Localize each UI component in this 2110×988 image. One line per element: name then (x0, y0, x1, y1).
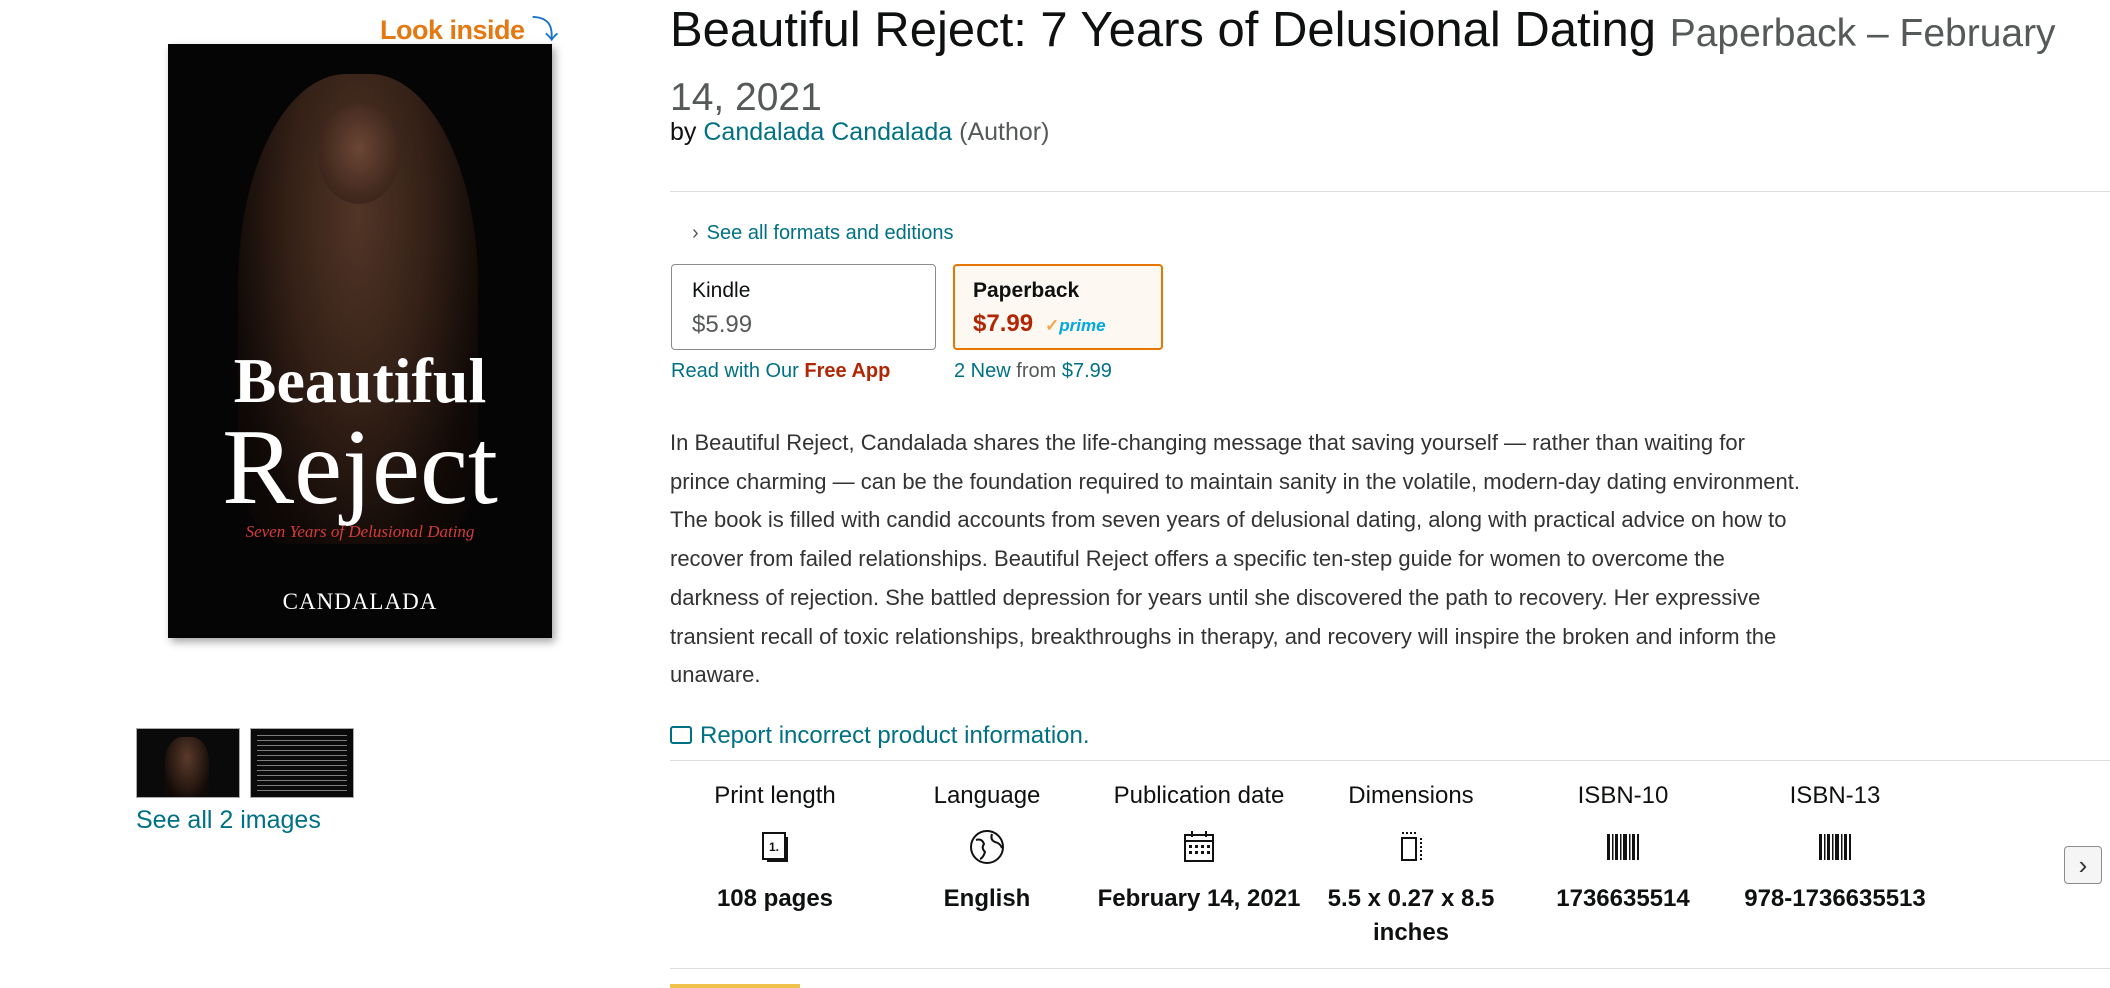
prime-check-icon: ✓ (1045, 316, 1060, 335)
author-role: (Author) (959, 118, 1050, 146)
cover-author: CANDALADA (282, 589, 438, 614)
thumbnail-back-cover[interactable] (250, 728, 354, 798)
calendar-icon (1184, 831, 1214, 862)
book-cover-image[interactable]: Beautiful Reject Seven Years of Delusion… (168, 44, 552, 638)
comment-icon (670, 725, 692, 744)
byline: by Candalada Candalada (Author) (670, 118, 1049, 147)
format-price: $5.99 (692, 311, 753, 338)
detail-value: 1736635514 (1556, 885, 1690, 912)
thumbnail-text (257, 735, 347, 791)
detail-value: 5.5 x 0.27 x 8.5 inches (1327, 885, 1495, 946)
prime-label: prime (1059, 316, 1106, 335)
detail-label: ISBN-13 (1789, 782, 1881, 809)
format-option-kindle[interactable]: Kindle $5.99 (671, 264, 936, 350)
detail-value: 978-1736635513 (1744, 885, 1926, 912)
format-name: Paperback (973, 279, 1080, 302)
barcode-icon (1819, 834, 1851, 860)
detail-label: Language (933, 782, 1041, 809)
divider (670, 968, 2110, 969)
thumbnail-photo (165, 737, 209, 797)
barcode-icon (1607, 834, 1639, 860)
product-details-carousel: Print length 1. 108 pages Language Engli… (670, 760, 2110, 970)
read-with-free-app-link[interactable]: Read with Our Free App (671, 360, 890, 383)
format-price: $7.99 (973, 310, 1034, 337)
new-from-price: $7.99 (1061, 360, 1112, 382)
new-offers-link[interactable]: 2 New from $7.99 (954, 360, 1112, 383)
detail-value: 108 pages (716, 885, 834, 912)
format-name: Kindle (692, 279, 751, 302)
detail-value: English (943, 885, 1031, 912)
chevron-right-icon: › (692, 222, 699, 244)
product-title: Beautiful Reject: 7 Years of Delusional … (670, 3, 1657, 57)
dimensions-icon (1401, 832, 1422, 861)
look-inside-label: Look inside (380, 15, 525, 45)
detail-label: Publication date (1113, 782, 1285, 809)
byline-by: by (670, 118, 697, 146)
see-all-images-link[interactable]: See all 2 images (136, 806, 321, 835)
svg-text:1.: 1. (769, 840, 779, 854)
see-all-formats-link[interactable]: › See all formats and editions (692, 222, 953, 245)
product-title-block: Beautiful Reject: 7 Years of Delusional … (670, 0, 2090, 128)
divider (670, 191, 2110, 192)
detail-label: ISBN-10 (1577, 782, 1669, 809)
free-app-label: Free App (804, 360, 891, 382)
new-count: 2 New (954, 360, 1011, 382)
detail-label: Dimensions (1348, 782, 1474, 809)
book-description: In Beautiful Reject, Candalada shares th… (670, 430, 1800, 688)
tab-indicator (670, 984, 800, 988)
cover-title-line2: Reject (222, 408, 498, 527)
new-from-label: from (1016, 360, 1057, 382)
format-option-paperback[interactable]: Paperback $7.99 ✓prime (953, 264, 1163, 350)
globe-icon (970, 830, 1004, 864)
see-all-formats-label: See all formats and editions (706, 222, 954, 244)
thumbnail-cover[interactable] (136, 728, 240, 798)
report-incorrect-info-link[interactable]: Report incorrect product information. (670, 722, 1090, 750)
detail-value: February 14, 2021 (1097, 885, 1301, 912)
cover-subtitle: Seven Years of Delusional Dating (245, 522, 475, 541)
read-with-prefix: Read with Our (671, 360, 799, 382)
book-pages-icon: 1. (762, 832, 788, 862)
cover-photo-head (318, 104, 400, 204)
author-link[interactable]: Candalada Candalada (703, 118, 952, 146)
look-inside-link[interactable]: Look inside ⤵ (380, 8, 559, 47)
look-inside-arrow-icon: ⤵ (531, 15, 559, 45)
detail-label: Print length (714, 782, 836, 809)
report-label: Report incorrect product information. (700, 722, 1090, 749)
prime-badge: ✓prime (1045, 316, 1106, 336)
carousel-next-button[interactable]: › (2064, 846, 2102, 884)
